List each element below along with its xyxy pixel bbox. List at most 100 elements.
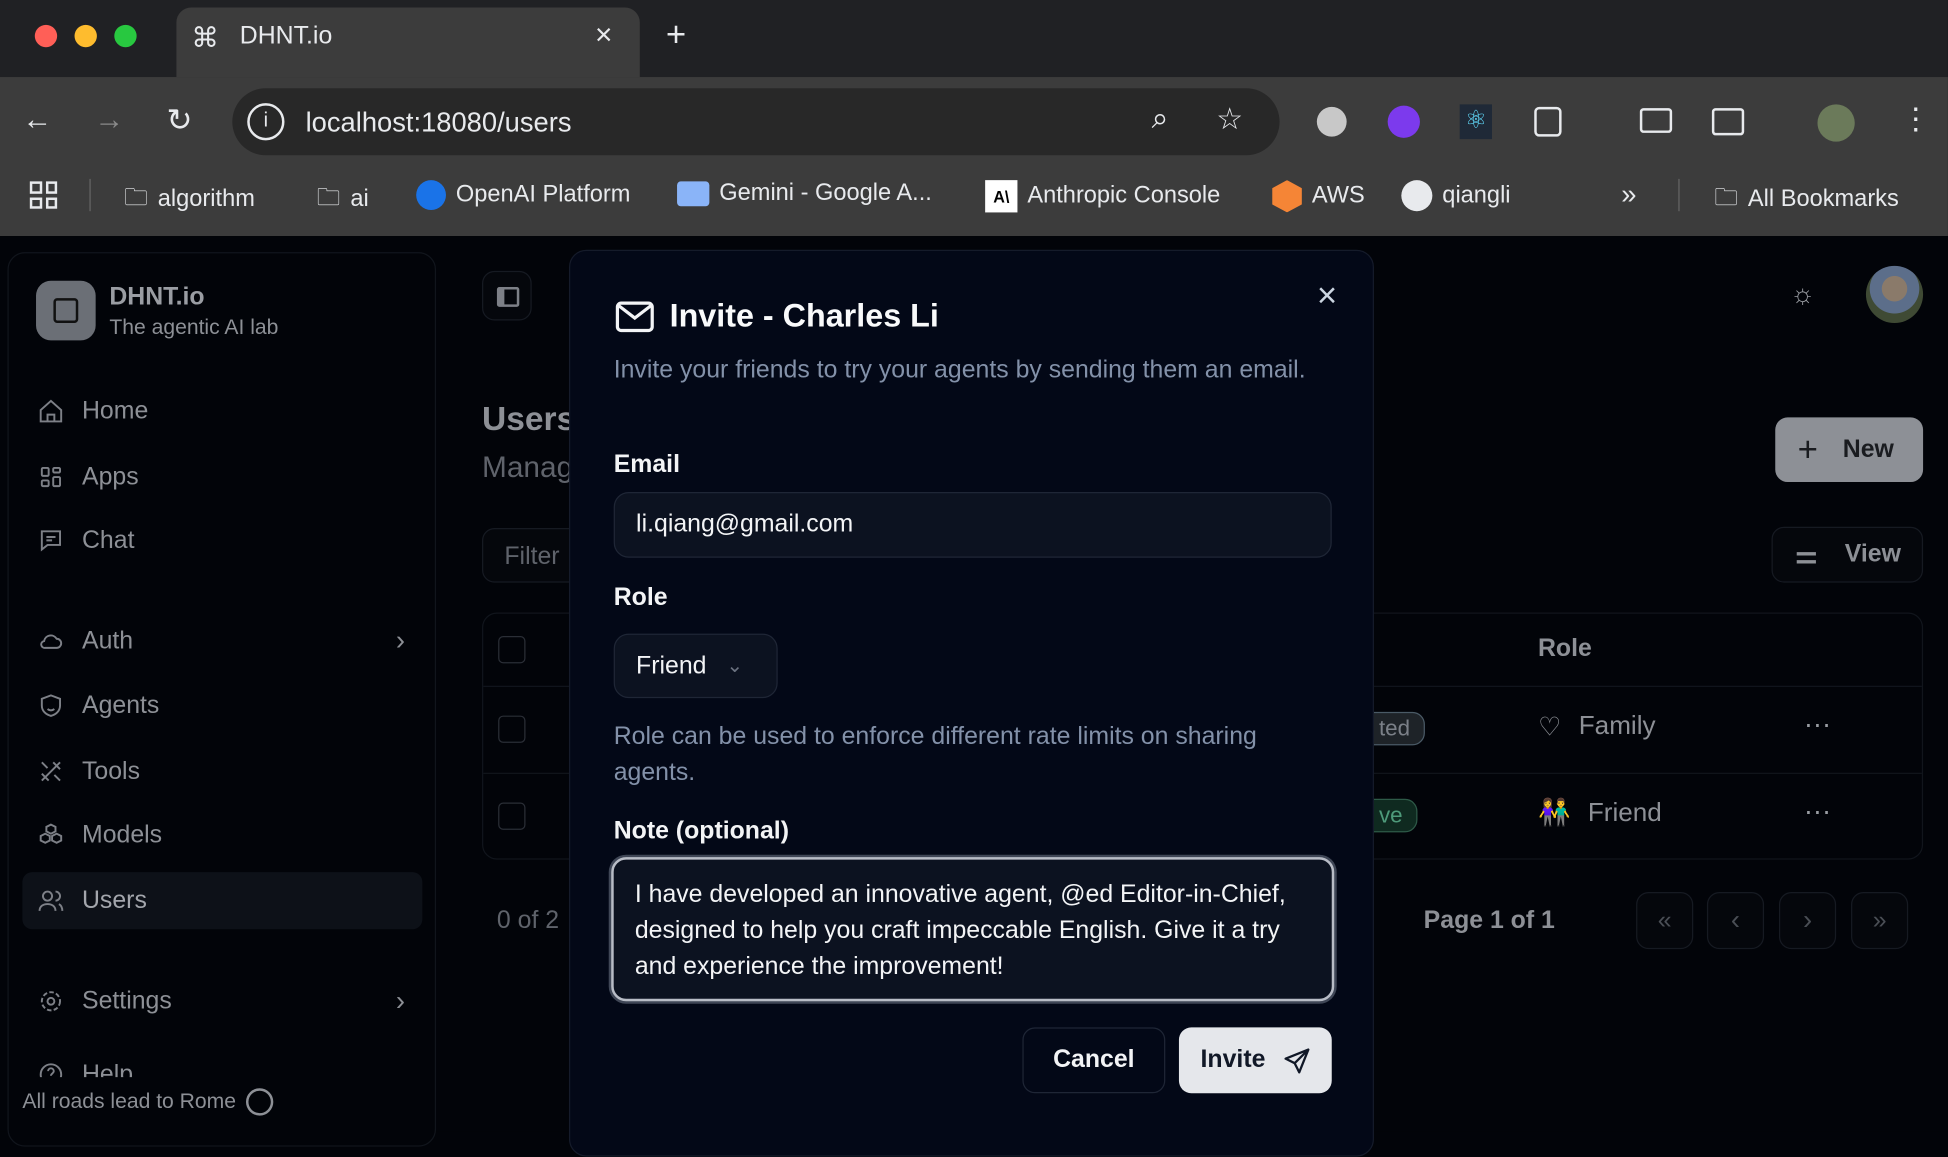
apps-grid-icon[interactable] — [29, 181, 58, 209]
menu-icon[interactable]: ⋮ — [1901, 102, 1931, 138]
sidebar-item-agents[interactable]: Agents — [22, 677, 422, 734]
more-bookmarks-icon[interactable]: » — [1621, 179, 1636, 211]
command-icon: ⌘ — [191, 22, 219, 54]
forward-button[interactable]: → — [94, 103, 124, 138]
first-page-button[interactable]: « — [1636, 891, 1694, 950]
column-header-role[interactable]: Role — [1538, 635, 1592, 664]
brand-tagline: The agentic AI lab — [109, 315, 279, 340]
prev-page-button[interactable]: ‹ — [1706, 891, 1765, 950]
selection-count: 0 of 2 — [496, 906, 560, 935]
site-info-icon[interactable]: i — [247, 103, 285, 141]
folder-icon: 🗀 — [124, 185, 148, 212]
sidebar-item-tools[interactable]: Tools — [22, 743, 422, 800]
url-text[interactable]: localhost:18080/users — [306, 107, 572, 139]
github-icon — [1401, 180, 1433, 212]
zoom-icon[interactable]: ⌕ — [1152, 102, 1169, 137]
close-icon[interactable]: × — [1317, 276, 1337, 316]
address-bar[interactable]: i localhost:18080/users ⌕ ☆ — [232, 88, 1280, 156]
view-button[interactable]: ⚌ View — [1771, 526, 1924, 583]
note-label: Note (optional) — [613, 817, 789, 845]
tab-search-icon[interactable] — [1711, 108, 1745, 136]
extensions-icon[interactable] — [1534, 106, 1562, 137]
tab-title: DHNT.io — [239, 22, 333, 50]
sidebar-item-help[interactable]: Help — [22, 1046, 422, 1078]
sidebar-item-users[interactable]: Users — [22, 872, 423, 930]
agent-icon — [40, 694, 62, 717]
bookmark-anthropic[interactable]: A\ Anthropic Console — [985, 180, 1220, 213]
anthropic-icon: A\ — [985, 180, 1018, 213]
bookmark-qiangli[interactable]: qiangli — [1401, 180, 1511, 212]
github-icon[interactable] — [245, 1088, 274, 1116]
profile-avatar[interactable] — [1817, 104, 1855, 142]
email-label: Email — [613, 450, 680, 479]
chat-extension-icon[interactable] — [1387, 105, 1420, 138]
chevron-right-icon: › — [395, 624, 405, 656]
theme-toggle-sun-icon[interactable]: ☼ — [1790, 278, 1815, 310]
role-select[interactable]: Friend ⌄ — [613, 633, 778, 699]
folder-icon: 🗀 — [1714, 185, 1738, 212]
email-input[interactable]: li.qiang@gmail.com — [613, 491, 1332, 558]
sidebar-toggle-button[interactable] — [482, 270, 532, 321]
tab-close-icon[interactable]: × — [595, 19, 612, 54]
bookmark-aws[interactable]: AWS — [1272, 180, 1365, 213]
people-icon: 👫 — [1537, 798, 1571, 828]
extension-icon[interactable] — [1316, 106, 1347, 137]
sidebar-item-apps[interactable]: Apps — [22, 448, 422, 505]
sidebar-item-settings[interactable]: Settings › — [22, 973, 422, 1030]
react-devtools-icon[interactable]: ⚛ — [1459, 104, 1493, 140]
reload-button[interactable]: ↻ — [166, 102, 192, 139]
sidebar-item-auth[interactable]: Auth › — [22, 612, 422, 669]
row-actions-button[interactable]: ··· — [1804, 708, 1831, 740]
cancel-button[interactable]: Cancel — [1022, 1027, 1166, 1094]
page-subtitle: Manag — [482, 450, 574, 485]
back-button[interactable]: ← — [22, 103, 52, 138]
sliders-icon: ⚌ — [1795, 541, 1818, 569]
invite-button[interactable]: Invite — [1178, 1027, 1332, 1094]
apps-icon — [40, 466, 62, 488]
cloud-icon — [40, 634, 63, 649]
note-textarea[interactable]: I have developed an innovative agent, @e… — [611, 857, 1335, 1002]
row-checkbox[interactable] — [498, 715, 526, 743]
sidebar-item-models[interactable]: Models — [22, 806, 422, 863]
folder-icon: 🗀 — [316, 185, 341, 212]
row-actions-button[interactable]: ··· — [1804, 795, 1831, 827]
tools-icon — [41, 761, 61, 782]
users-icon — [38, 890, 64, 911]
row-checkbox[interactable] — [498, 802, 526, 830]
page-indicator: Page 1 of 1 — [1423, 906, 1555, 935]
dialog-description: Invite your friends to try your agents b… — [613, 356, 1306, 384]
all-bookmarks[interactable]: 🗀 All Bookmarks — [1714, 180, 1898, 220]
sidebar-item-chat[interactable]: Chat — [22, 512, 422, 569]
openai-icon — [416, 180, 446, 210]
window-close-button[interactable] — [34, 24, 58, 48]
last-page-button[interactable]: » — [1851, 891, 1909, 950]
browser-tab[interactable]: ⌘ DHNT.io × — [176, 7, 640, 78]
role-label: Role — [613, 583, 668, 612]
aws-icon — [1272, 180, 1302, 213]
sidebar-item-home[interactable]: Home — [22, 383, 422, 440]
brand-name: DHNT.io — [109, 283, 205, 311]
dialog-title: Invite - Charles Li — [669, 296, 939, 335]
bookmark-ai[interactable]: 🗀 ai — [317, 180, 369, 220]
plus-icon: + — [1797, 429, 1818, 469]
bookmark-openai[interactable]: OpenAI Platform — [416, 180, 630, 210]
gemini-icon — [677, 181, 710, 207]
new-tab-button[interactable]: + — [666, 15, 686, 55]
sidebar-footer: All roads lead to Rome — [22, 1088, 274, 1116]
cast-icon[interactable] — [1639, 108, 1673, 133]
select-all-checkbox[interactable] — [498, 636, 526, 664]
user-avatar[interactable] — [1865, 265, 1924, 323]
heart-icon: ♡ — [1537, 713, 1562, 742]
bookmark-gemini[interactable]: Gemini - Google A... — [677, 180, 932, 207]
new-button[interactable]: + New — [1775, 417, 1924, 483]
next-page-button[interactable]: › — [1778, 891, 1837, 950]
window-maximize-button[interactable] — [114, 24, 137, 48]
mail-icon — [615, 301, 654, 333]
window-minimize-button[interactable] — [74, 24, 97, 48]
gear-icon — [40, 991, 62, 1012]
role-help-text: Role can be used to enforce different ra… — [613, 723, 1257, 787]
chevron-right-icon: › — [395, 985, 405, 1017]
bookmark-algorithm[interactable]: 🗀 algorithm — [124, 180, 255, 220]
bookmark-star-icon[interactable]: ☆ — [1216, 102, 1243, 138]
send-icon — [1283, 1047, 1310, 1073]
